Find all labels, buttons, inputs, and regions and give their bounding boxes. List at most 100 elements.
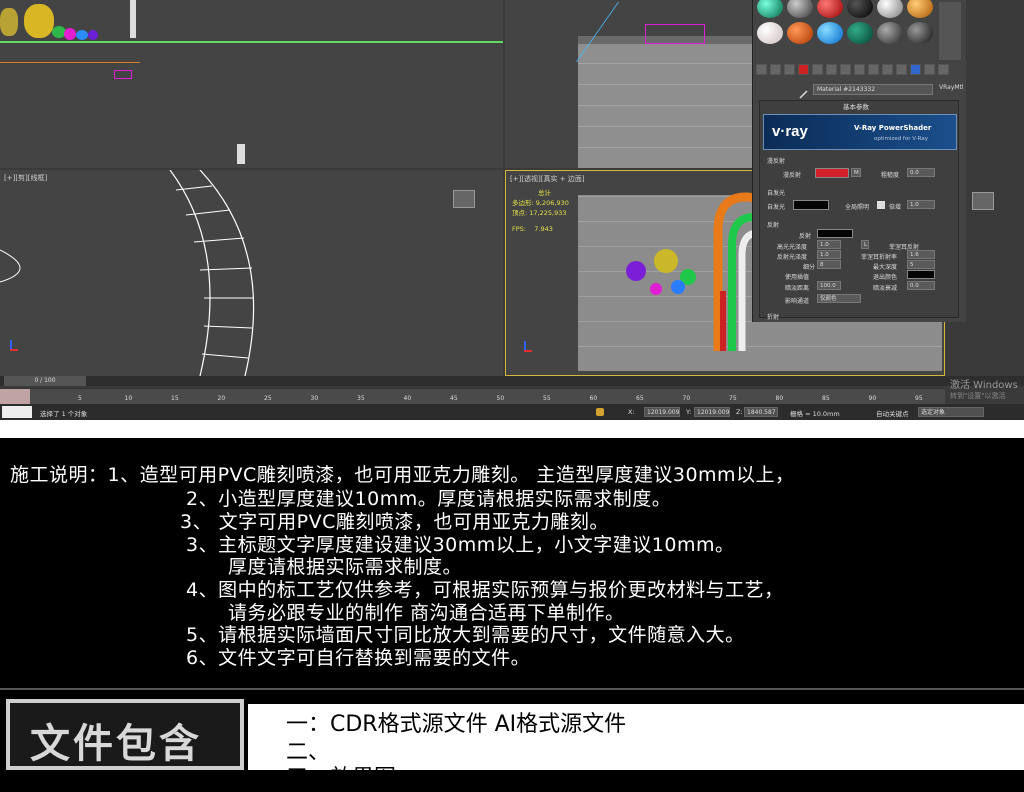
stats-polys-value: 9,206,930 [535,199,569,207]
roughness-field[interactable]: 0.0 [907,168,935,177]
time-slider[interactable]: 0 / 100 [4,376,86,386]
viewcube-icon[interactable] [453,190,475,208]
material-slot[interactable] [907,0,933,18]
subdivs-field[interactable]: 8 [817,260,841,269]
stats-verts-label: 顶点: [512,209,528,217]
frame-tick: 85 [822,395,830,402]
x-coord-field[interactable]: 12019.009 [644,407,680,417]
reflect-swatch[interactable] [817,229,853,238]
material-slot[interactable] [757,0,783,18]
frame-tick: 25 [264,395,272,402]
max-depth-label: 最大深度 [873,264,898,271]
dim-falloff-field[interactable]: 0.0 [907,281,935,290]
reflect-label: 反射 [799,233,812,240]
frame-tick: 20 [217,395,226,402]
material-slot[interactable] [787,22,813,44]
dim-falloff-label: 暗淡衰减 [873,285,898,292]
dim-dist-label: 暗淡距离 [785,285,810,292]
max-depth-field[interactable]: 5 [907,260,935,269]
material-name-field[interactable]: Material #2143332 [813,84,933,95]
viewport-top-left[interactable] [0,0,503,168]
frame-tick: 35 [357,395,365,402]
lock-icon[interactable] [596,408,604,416]
material-slot[interactable] [877,0,903,18]
diffuse-section: 漫反射 [767,158,786,165]
separator-band [0,420,1024,438]
badge-title: 文件包含 [30,721,202,767]
vray-banner: v·ray V-Ray PowerShader optimized for V-… [763,114,957,150]
status-bar: 选择了 1 个对象 X: 12019.009 Y: 12019.009 Z: 1… [0,404,1024,420]
multiplier-field[interactable]: 1.0 [907,200,935,209]
eyedropper-icon[interactable] [799,84,809,99]
basic-params-title[interactable]: 基本参数 [843,101,869,111]
frame-ruler[interactable]: 5 10 15 20 25 30 35 40 45 50 55 60 65 70 75 80 85 90 95 [0,388,945,405]
file-contents-footer: 文件包含 一：CDR格式源文件 AI格式源文件 二、 三、效果图 [0,688,1024,791]
multiplier-label: 倍增 [889,204,902,211]
reflect-section: 反射 [767,222,780,229]
material-slot[interactable] [847,22,873,44]
timeline-bar[interactable]: 0 / 100 [0,376,1024,386]
hilight-field[interactable]: 1.0 [817,240,841,249]
dim-dist-field[interactable]: 100.0 [817,281,841,290]
selection-status: 选择了 1 个对象 [40,410,88,418]
refl-gloss-label: 反射光泽度 [777,254,808,261]
material-slot[interactable] [757,22,783,44]
viewport-top-right[interactable] [505,0,752,168]
material-slot[interactable] [817,22,843,44]
material-slot[interactable] [787,0,813,18]
affect-dropdown[interactable]: 仅颜色 [817,294,861,303]
frame-tick: 75 [729,395,737,402]
stats-verts-value: 17,225,933 [529,209,567,217]
vray-title: V-Ray PowerShader [854,124,932,132]
selfillum-swatch[interactable] [793,200,829,210]
viewport-bottom-left[interactable]: [+][剪][线框] [0,170,503,376]
hilight-lock-button[interactable]: L [861,240,869,249]
refl-gloss-field[interactable]: 1.0 [817,250,841,259]
gi-label: 全局照明 [845,204,870,211]
material-editor: Material #2143332 VRayMtl 基本参数 v·ray V-R… [752,0,966,322]
frame-tick: 70 [682,395,691,402]
hilight-label: 高光光泽度 [777,244,808,251]
plant-cluster [0,0,140,46]
3dsmax-window: [+][剪][线框] [+][透视][真实 + 边面] 总计 多边形: 9,20… [0,0,1024,420]
maxscript-listener[interactable] [2,406,32,418]
y-coord-label: Y: [686,408,692,416]
frame-tick: 50 [496,395,505,402]
gi-checkbox[interactable] [877,201,885,209]
vray-logo: v·ray [772,123,808,140]
refract-section: 折射 [767,314,780,321]
exit-color-swatch[interactable] [907,270,935,279]
frame-tick: 40 [403,395,412,402]
z-coord-field[interactable]: 1840.587 [744,407,778,417]
frame-tick: 15 [171,395,179,402]
material-slot[interactable] [847,0,873,18]
material-slot[interactable] [877,22,903,44]
subdivs-label: 细分 [803,264,816,271]
scene-stats: 总计 多边形: 9,206,930 顶点: 17,225,933 FPS: 7.… [512,188,569,234]
y-coord-field[interactable]: 12019.009 [694,407,730,417]
frame-tick: 65 [636,395,644,402]
fresnel-ior-label: 菲涅耳折射率 [861,254,898,261]
selection-set-dropdown[interactable]: 选定对象 [918,407,984,417]
diffuse-map-button[interactable]: M [851,168,861,177]
frame-tick: 30 [310,395,319,402]
side-toolbar[interactable] [939,2,961,60]
material-slot[interactable] [817,0,843,18]
autokey-button[interactable]: 自动关键点 [876,408,909,418]
stats-polys-label: 多边形: [512,199,534,207]
affect-label: 影响通道 [785,298,810,305]
frame-tick: 45 [450,395,458,402]
material-type-button[interactable]: VRayMtl [939,84,964,91]
note-line: 6、文件文字可自行替换到需要的文件。 [186,647,531,669]
diffuse-label: 漫反射 [783,172,802,179]
track-thumb[interactable] [0,389,30,405]
stats-fps-label: FPS: [512,225,526,233]
diffuse-swatch[interactable] [815,168,849,178]
fresnel-ior-field[interactable]: 1.6 [907,250,935,259]
material-toolbar[interactable] [756,64,961,78]
frame-tick: 55 [543,395,551,402]
viewcube-icon[interactable] [972,192,994,210]
material-slot[interactable] [907,22,933,44]
axis-gizmo [520,341,532,355]
z-coord-label: Z: [736,408,743,416]
